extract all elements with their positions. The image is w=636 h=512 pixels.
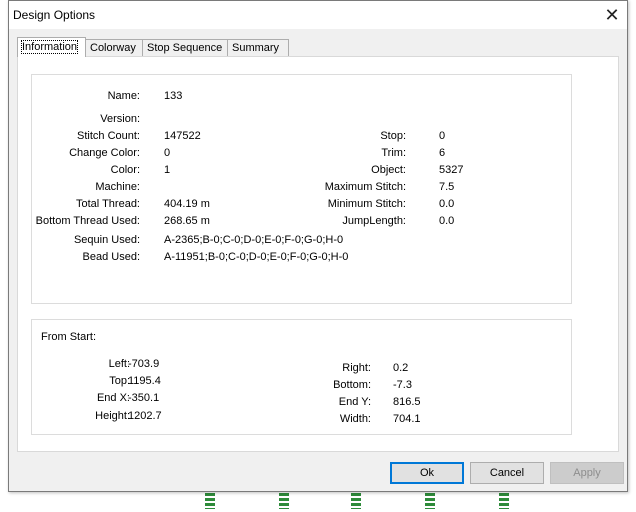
background-decoration xyxy=(351,493,361,509)
info-label: Minimum Stitch: xyxy=(327,198,406,210)
info-label: Version: xyxy=(100,113,140,125)
info-label: Object: xyxy=(371,164,406,176)
info-value: 0.0 xyxy=(439,198,455,210)
information-page: Name: 133 Version: Stitch Count: 147522 Chang… xyxy=(17,56,619,452)
info-label: Bottom Thread Used: xyxy=(35,215,140,227)
info-label: Sequin Used: xyxy=(73,234,140,246)
from-start-label: Width: xyxy=(339,413,371,425)
from-start-value: -703.9 xyxy=(128,358,160,370)
from-start-label: Bottom: xyxy=(333,379,371,391)
info-value: 1 xyxy=(164,164,171,176)
info-value: 0.0 xyxy=(439,215,455,227)
cancel-button[interactable]: Cancel xyxy=(470,462,544,484)
from-start-value: 1202.7 xyxy=(128,410,162,422)
info-label: Machine: xyxy=(95,181,140,193)
close-icon[interactable]: ✕ xyxy=(599,3,625,27)
background-decoration xyxy=(279,493,289,509)
from-start-value: 1195.4 xyxy=(128,375,161,387)
info-label: Total Thread: xyxy=(75,198,140,210)
background-decoration xyxy=(425,493,435,509)
background-decoration xyxy=(205,493,215,509)
apply-button[interactable]: Apply xyxy=(550,462,624,484)
from-start-label: End X: xyxy=(96,392,130,404)
tab-stop-sequence[interactable]: Stop Sequence xyxy=(142,39,228,57)
from-start-group: From Start: Left: -703.9 Top: 1195.4 End X: -… xyxy=(31,319,572,435)
info-value: A-11951;B-0;C-0;D-0;E-0;F-0;G-0;H-0 xyxy=(164,251,349,263)
from-start-label: Height: xyxy=(95,410,130,422)
from-start-heading: From Start: xyxy=(41,331,97,343)
info-value: 0 xyxy=(164,147,171,159)
info-value: 147522 xyxy=(164,130,201,142)
ok-button[interactable]: Ok xyxy=(390,462,464,484)
info-label: Bead Used: xyxy=(82,251,140,263)
title-bar: Design Options ✕ xyxy=(9,1,627,29)
from-start-label: Left: xyxy=(108,358,130,370)
info-label: Maximum Stitch: xyxy=(324,181,406,193)
from-start-label: End Y: xyxy=(338,396,371,408)
info-value: 0 xyxy=(439,130,446,142)
info-value: 133 xyxy=(164,90,183,102)
info-label: Stitch Count: xyxy=(77,130,140,142)
info-label: Change Color: xyxy=(69,147,140,159)
tab-colorway[interactable]: Colorway xyxy=(85,39,143,57)
tab-summary[interactable]: Summary xyxy=(227,39,289,57)
from-start-value: -7.3 xyxy=(393,379,412,391)
from-start-label: Right: xyxy=(342,362,371,374)
info-value: 7.5 xyxy=(439,181,455,193)
from-start-value: 0.2 xyxy=(393,362,409,374)
window-title: Design Options xyxy=(13,8,96,22)
info-value: 5327 xyxy=(439,164,464,176)
info-label: Trim: xyxy=(381,147,406,159)
info-value: A-2365;B-0;C-0;D-0;E-0;F-0;G-0;H-0 xyxy=(164,234,344,246)
info-label: Color: xyxy=(110,164,140,176)
tab-information[interactable]: Information xyxy=(17,37,86,57)
info-value: 268.65 m xyxy=(164,215,210,227)
info-label: Stop: xyxy=(380,130,406,142)
from-start-value: 704.1 xyxy=(393,413,421,425)
info-label: JumpLength: xyxy=(342,215,406,227)
info-value: 404.19 m xyxy=(164,198,210,210)
design-options-dialog: Design Options ✕ Information Colorway St… xyxy=(8,0,628,492)
background-decoration xyxy=(499,493,509,509)
info-value: 6 xyxy=(439,147,446,159)
from-start-value: -350.1 xyxy=(128,392,160,404)
info-label: Name: xyxy=(107,90,140,102)
design-info-group: Name: 133 Version: Stitch Count: 147522 Chang… xyxy=(31,74,572,304)
from-start-value: 816.5 xyxy=(393,396,421,408)
from-start-label: Top: xyxy=(109,375,130,387)
